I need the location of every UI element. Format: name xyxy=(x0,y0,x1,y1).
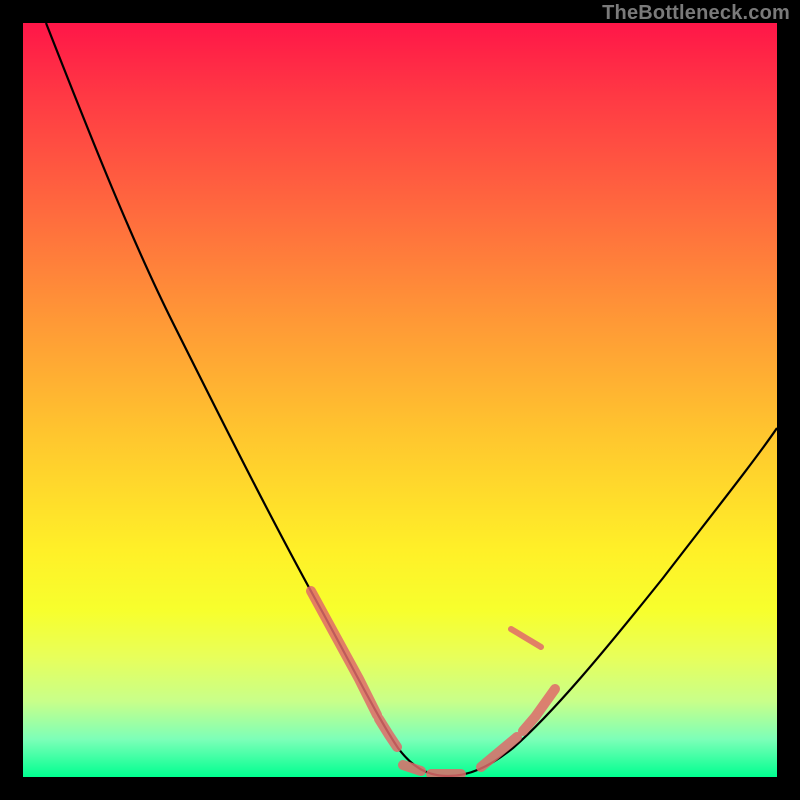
main-curve xyxy=(46,23,777,776)
plot-area xyxy=(23,23,777,777)
curve-svg xyxy=(23,23,777,777)
watermark-text: TheBottleneck.com xyxy=(602,2,790,25)
chart-container: TheBottleneck.com xyxy=(0,0,800,800)
annotation-marks xyxy=(311,591,555,774)
